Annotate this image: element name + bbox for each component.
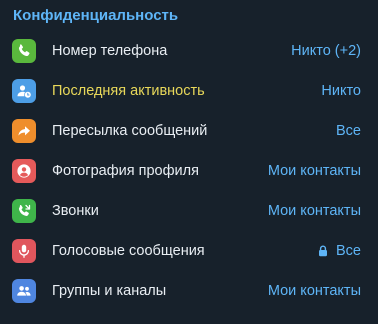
microphone-icon xyxy=(12,239,36,263)
setting-row-last-seen[interactable]: Последняя активность Никто xyxy=(0,71,378,111)
privacy-settings-panel: Конфиденциальность Номер телефона Никто … xyxy=(0,0,378,324)
setting-value[interactable]: Все xyxy=(336,121,361,141)
setting-value-text: Мои контакты xyxy=(267,283,361,299)
setting-value-text: Мои контакты xyxy=(267,203,361,219)
setting-value[interactable]: Мои контакты xyxy=(268,161,361,181)
setting-value[interactable]: Все xyxy=(318,241,361,261)
setting-row-voice-messages[interactable]: Голосовые сообщения Все xyxy=(0,231,378,271)
setting-row-phone-number[interactable]: Номер телефона Никто (+2) xyxy=(0,31,378,71)
profile-photo-icon xyxy=(12,159,36,183)
setting-value[interactable]: Мои контакты xyxy=(268,281,361,301)
setting-value-text: Все xyxy=(336,123,361,139)
phone-icon xyxy=(12,39,36,63)
call-icon xyxy=(12,199,36,223)
setting-label: Фотография профиля xyxy=(52,163,199,179)
setting-value[interactable]: Никто xyxy=(321,81,361,101)
setting-row-profile-photo[interactable]: Фотография профиля Мои контакты xyxy=(0,151,378,191)
section-title: Конфиденциальность xyxy=(13,7,179,24)
setting-label: Пересылка сообщений xyxy=(52,123,208,139)
setting-value[interactable]: Мои контакты xyxy=(268,201,361,221)
setting-label: Группы и каналы xyxy=(52,283,167,299)
setting-value-text: Мои контакты xyxy=(267,163,361,179)
group-icon xyxy=(12,279,36,303)
setting-value-text: Никто xyxy=(321,83,361,99)
user-clock-icon xyxy=(12,79,36,103)
setting-label: Звонки xyxy=(52,203,99,219)
lock-icon xyxy=(318,245,328,257)
forward-icon xyxy=(12,119,36,143)
setting-value-text: Никто (+2) xyxy=(291,43,361,59)
setting-value[interactable]: Никто (+2) xyxy=(291,41,361,61)
setting-row-calls[interactable]: Звонки Мои контакты xyxy=(0,191,378,231)
setting-row-groups-channels[interactable]: Группы и каналы Мои контакты xyxy=(0,271,378,311)
setting-value-text: Все xyxy=(336,243,361,259)
setting-label: Голосовые сообщения xyxy=(52,243,205,259)
setting-row-forwarding[interactable]: Пересылка сообщений Все xyxy=(0,111,378,151)
setting-label: Последняя активность xyxy=(52,83,205,99)
setting-label: Номер телефона xyxy=(52,43,168,59)
